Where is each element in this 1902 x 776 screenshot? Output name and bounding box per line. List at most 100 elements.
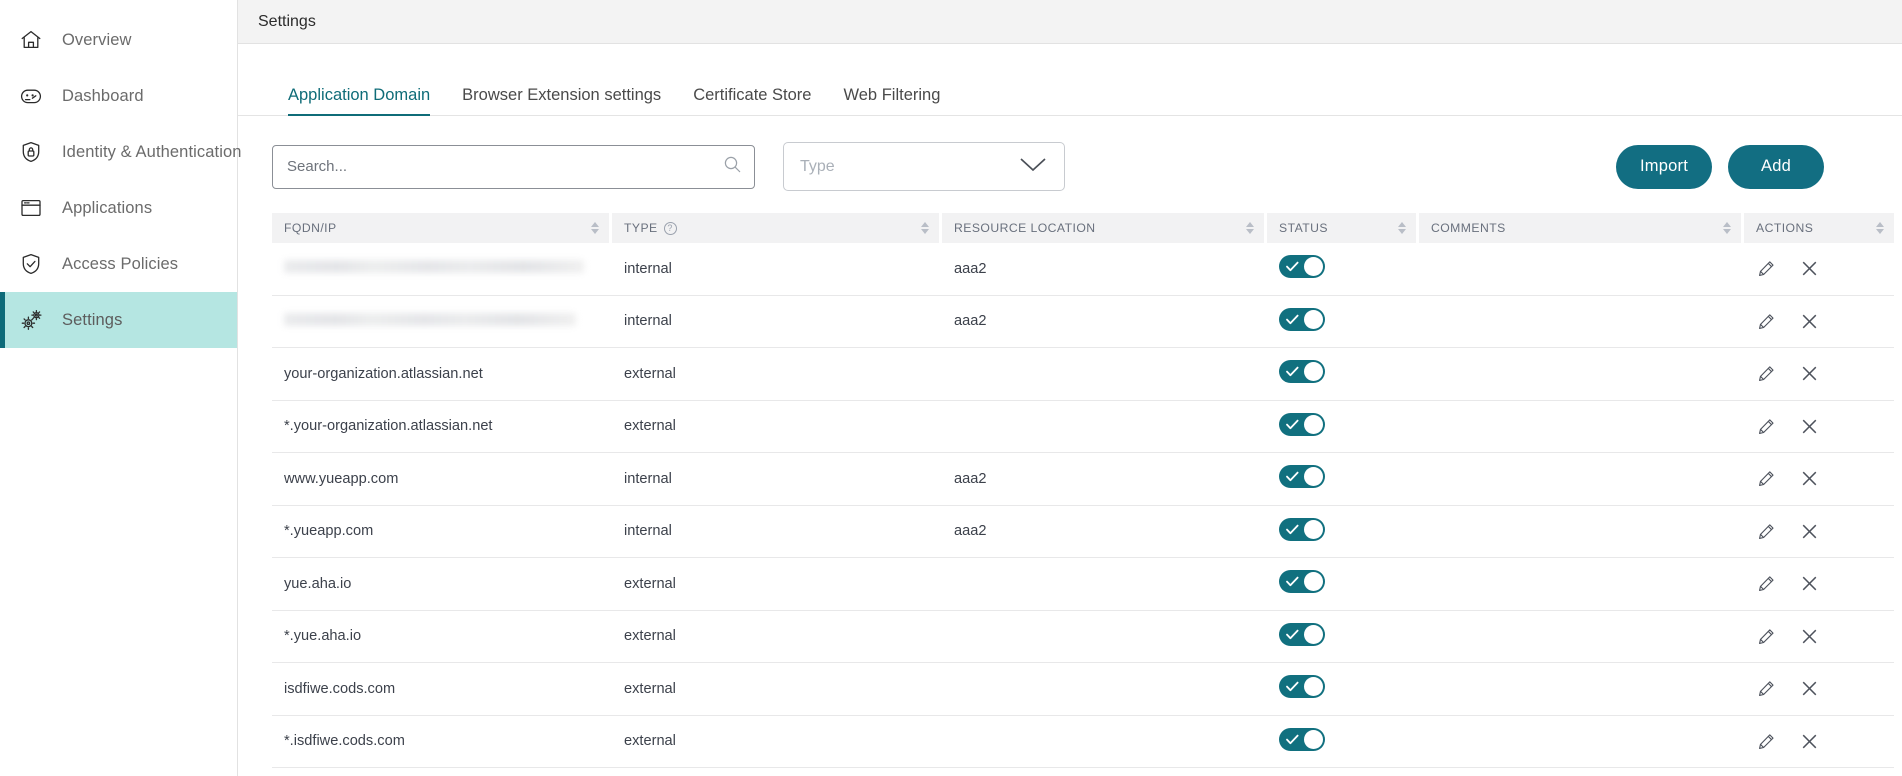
sort-toggle-icon[interactable] [1723, 222, 1731, 234]
cell-fqdn: yue.aha.io [272, 558, 612, 611]
edit-row-button[interactable] [1758, 733, 1775, 750]
check-icon [1286, 680, 1299, 696]
edit-row-button[interactable] [1758, 313, 1775, 330]
sidebar-item-overview[interactable]: Overview [0, 12, 237, 68]
search-input[interactable] [272, 144, 755, 189]
cell-fqdn: *.yueapp.com [272, 506, 612, 558]
status-toggle[interactable] [1279, 570, 1325, 594]
tab-certificate-store[interactable]: Certificate Store [677, 86, 827, 115]
tab-application-domain[interactable]: Application Domain [272, 86, 446, 116]
sort-toggle-icon[interactable] [1246, 222, 1254, 234]
tab-label: Application Domain [288, 86, 431, 104]
edit-row-button[interactable] [1758, 523, 1775, 540]
edit-row-button[interactable] [1758, 628, 1775, 645]
column-header-label: TYPE [624, 221, 658, 235]
cell-actions [1744, 296, 1894, 348]
toggle-knob [1304, 572, 1323, 592]
sidebar-item-identity-authentication[interactable]: Identity & Authentication [0, 124, 241, 180]
type-value: external [624, 733, 676, 750]
table-row: your-organization.atlassian.net external [272, 348, 1894, 401]
delete-row-button[interactable] [1801, 733, 1818, 750]
delete-row-button[interactable] [1801, 523, 1818, 540]
sidebar-item-label: Identity & Authentication [62, 142, 242, 161]
column-header-fqdn-ip[interactable]: FQDN/IP [272, 213, 612, 243]
home-icon [18, 27, 44, 53]
edit-row-button[interactable] [1758, 680, 1775, 697]
sidebar-item-applications[interactable]: Applications [0, 180, 237, 236]
window-icon [18, 195, 44, 221]
column-header-comments[interactable]: COMMENTS [1419, 213, 1744, 243]
sort-toggle-icon[interactable] [1398, 222, 1406, 234]
status-toggle[interactable] [1279, 465, 1325, 489]
cell-actions [1744, 663, 1894, 716]
cell-comments [1419, 348, 1744, 401]
sort-toggle-icon[interactable] [921, 222, 929, 234]
cell-fqdn: your-organization.atlassian.net [272, 348, 612, 401]
cell-resource-location: aaa2 [942, 296, 1267, 348]
cell-status [1267, 296, 1419, 348]
status-toggle[interactable] [1279, 412, 1325, 436]
type-value: internal [624, 470, 672, 487]
cell-resource-location: aaa2 [942, 243, 1267, 296]
status-toggle[interactable] [1279, 675, 1325, 699]
column-header-resource-location[interactable]: RESOURCE LOCATION [942, 213, 1267, 243]
delete-row-button[interactable] [1801, 470, 1818, 487]
add-button[interactable]: Add [1728, 144, 1824, 189]
edit-row-button[interactable] [1758, 470, 1775, 487]
cell-actions [1744, 401, 1894, 453]
tab-web-filtering[interactable]: Web Filtering [827, 86, 956, 115]
type-value: external [624, 575, 676, 592]
shield-check-icon [18, 251, 44, 277]
status-toggle[interactable] [1279, 727, 1325, 751]
sidebar-item-dashboard[interactable]: Dashboard [0, 68, 237, 124]
gears-icon [18, 307, 44, 333]
status-toggle[interactable] [1279, 622, 1325, 646]
tab-bar: Application Domain Browser Extension sett… [238, 44, 1902, 116]
delete-row-button[interactable] [1801, 260, 1818, 277]
toggle-knob [1304, 414, 1323, 434]
help-icon[interactable]: ? [663, 221, 677, 235]
status-toggle[interactable] [1279, 307, 1325, 331]
delete-row-button[interactable] [1801, 418, 1818, 435]
edit-row-button[interactable] [1758, 260, 1775, 277]
tab-browser-extension-settings[interactable]: Browser Extension settings [446, 86, 677, 115]
sort-toggle-icon[interactable] [1876, 222, 1884, 234]
top-bar: Settings [238, 0, 1902, 44]
sidebar-item-access-policies[interactable]: Access Policies [0, 236, 237, 292]
cell-type: external [612, 348, 942, 401]
edit-row-button[interactable] [1758, 365, 1775, 382]
edit-row-button[interactable] [1758, 418, 1775, 435]
delete-row-button[interactable] [1801, 313, 1818, 330]
sidebar-item-settings[interactable]: Settings [0, 292, 237, 348]
check-icon [1286, 418, 1299, 434]
delete-row-button[interactable] [1801, 575, 1818, 592]
sort-toggle-icon[interactable] [591, 222, 599, 234]
edit-row-button[interactable] [1758, 575, 1775, 592]
column-header-actions[interactable]: ACTIONS [1744, 213, 1894, 243]
status-toggle[interactable] [1279, 517, 1325, 541]
table-row: *.yue.aha.io external [272, 611, 1894, 663]
delete-row-button[interactable] [1801, 628, 1818, 645]
delete-row-button[interactable] [1801, 365, 1818, 382]
cell-fqdn: *.isdfiwe.cods.com [272, 716, 612, 768]
sidebar: Overview Dashboard Identity & Authenticati… [0, 0, 241, 776]
column-header-label: STATUS [1279, 221, 1328, 235]
cell-type: internal [612, 506, 942, 558]
table-header-row: FQDN/IP TYPE? RESOURCE LOCATION STATUS COMME… [272, 213, 1894, 243]
status-toggle[interactable] [1279, 360, 1325, 384]
fqdn-value: *.isdfiwe.cods.com [284, 733, 405, 750]
toggle-knob [1304, 729, 1323, 749]
delete-row-button[interactable] [1801, 680, 1818, 697]
type-filter-select[interactable]: Type [783, 142, 1065, 191]
cell-resource-location [942, 611, 1267, 663]
cell-type: external [612, 611, 942, 663]
column-header-type[interactable]: TYPE? [612, 213, 942, 243]
table-row: www.yueapp.com internal aaa2 [272, 453, 1894, 506]
status-toggle[interactable] [1279, 255, 1325, 279]
cell-type: internal [612, 243, 942, 296]
application-domain-table: FQDN/IP TYPE? RESOURCE LOCATION STATUS COMME… [272, 213, 1894, 768]
fqdn-value: *.yue.aha.io [284, 628, 362, 645]
import-button[interactable]: Import [1616, 144, 1712, 189]
column-header-status[interactable]: STATUS [1267, 213, 1419, 243]
toggle-knob [1304, 677, 1323, 697]
